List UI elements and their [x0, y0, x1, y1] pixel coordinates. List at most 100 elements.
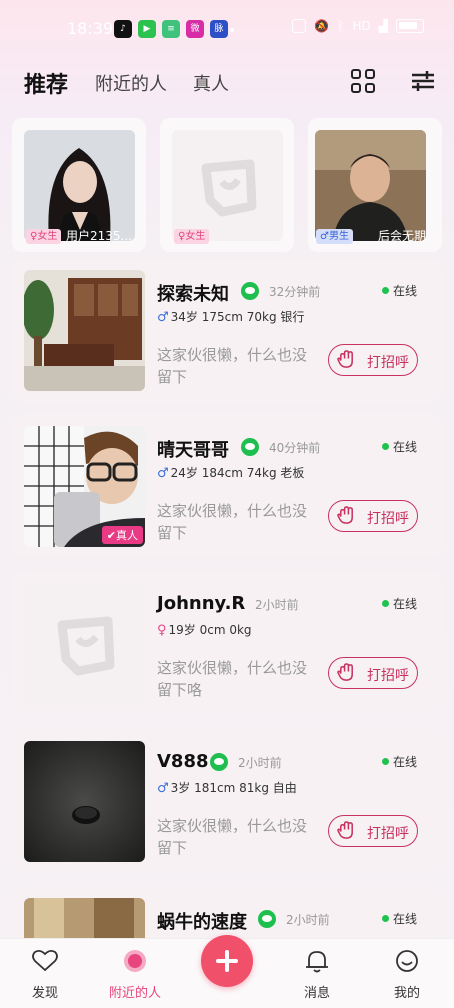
user-info: ♀ 19岁 0cm 0kg [157, 623, 252, 638]
user-bio: 这家伙很懒，什么也没留下 [157, 502, 308, 542]
user-avatar: ✔真人 [24, 426, 145, 547]
wave-hand-icon [337, 506, 353, 524]
status-dot [230, 28, 234, 32]
user-avatar [24, 741, 145, 862]
nfc-icon [292, 19, 307, 33]
wave-hand-icon [337, 663, 353, 681]
say-hello-button[interactable]: 打招呼 [328, 500, 418, 532]
featured-card[interactable]: ♀女生 用户2135... [12, 118, 146, 252]
bluetooth-icon: ᛒ [337, 19, 345, 33]
nearby-icon [124, 950, 146, 972]
username: 探索未知 [157, 284, 229, 305]
user-avatar [24, 270, 145, 391]
user-card[interactable]: V888 2小时前 在线 ♂ 3岁 181cm 81kg 自由 这家伙很懒，什么也… [12, 729, 442, 873]
male-icon: ♂ [157, 781, 169, 796]
last-active: 2小时前 [286, 913, 330, 927]
wechat-icon [241, 282, 259, 300]
tab-real-person[interactable]: 真人 [193, 70, 229, 96]
featured-card[interactable]: ♀女生 [160, 118, 294, 252]
user-card[interactable]: ✔真人 晴天哥哥 40分钟前 在线 ♂ 24岁 184cm 74kg 老板 这家伙… [12, 414, 442, 558]
wechat-icon [210, 753, 228, 771]
filter-icon[interactable] [411, 70, 435, 92]
male-icon: ♂ [157, 466, 169, 481]
nav-label: 附近的人 [108, 986, 161, 1001]
user-info: ♂ 34岁 175cm 70kg 银行 [157, 310, 305, 325]
network-badge: HD [352, 19, 371, 33]
online-dot-icon [382, 287, 389, 294]
mute-icon: 🔕 [314, 19, 330, 33]
status-bar: 18:39 ♪ ▶ ≡ 微 脉 🔕 ᛒ HD ▟ [0, 0, 454, 56]
profile-icon [396, 950, 418, 972]
user-bio: 这家伙很懒，什么也没留下咯 [157, 659, 308, 699]
featured-username: 用户2135... [66, 229, 132, 243]
wave-hand-icon [337, 350, 353, 368]
wave-hand-icon [337, 821, 353, 839]
memo-icon: ≡ [162, 20, 180, 38]
mai-icon: 脉 [210, 20, 228, 38]
user-card[interactable]: Johnny.R 2小时前 在线 ♀ 19岁 0cm 0kg 这家伙很懒，什么也没… [12, 571, 442, 715]
say-hello-button[interactable]: 打招呼 [328, 657, 418, 689]
iqiyi-icon: ▶ [138, 20, 156, 38]
last-active: 2小时前 [255, 598, 299, 612]
nav-profile[interactable]: 我的 [362, 939, 452, 1008]
user-info: ♂ 3岁 181cm 81kg 自由 [157, 781, 297, 796]
featured-photo [24, 130, 135, 241]
online-status: 在线 [382, 438, 417, 455]
username: 晴天哥哥 [157, 440, 229, 461]
online-dot-icon [382, 600, 389, 607]
online-dot-icon [382, 915, 389, 922]
featured-card[interactable]: ♂男生 后会无期 [308, 118, 442, 252]
gender-badge: ♂男生 [316, 229, 353, 244]
male-icon: ♂ [157, 310, 169, 325]
wechat-icon [258, 910, 276, 928]
gender-badge: ♀女生 [26, 229, 62, 244]
online-status: 在线 [382, 753, 417, 770]
user-bio: 这家伙很懒，什么也没留下 [157, 817, 308, 857]
featured-photo [315, 130, 426, 241]
user-avatar-placeholder [24, 583, 145, 704]
online-dot-icon [382, 758, 389, 765]
tab-recommend[interactable]: 推荐 [24, 67, 68, 99]
user-info: ♂ 24岁 184cm 74kg 老板 [157, 466, 305, 481]
username: 蜗牛的速度 [157, 912, 247, 933]
user-bio: 这家伙很懒，什么也没留下 [157, 346, 308, 386]
last-active: 40分钟前 [269, 441, 321, 455]
featured-strip: ♀女生 用户2135... ♀女生 ♂男生 后会无期 [12, 118, 442, 252]
online-status: 在线 [382, 595, 417, 612]
username: V888 [157, 751, 209, 772]
username: Johnny.R [157, 593, 246, 614]
bell-icon [306, 951, 328, 973]
female-icon: ♀ [157, 623, 167, 638]
nav-messages[interactable]: 消息 [272, 939, 362, 1008]
online-status: 在线 [382, 910, 417, 927]
post-plus-button[interactable] [201, 935, 253, 987]
battery-icon [396, 19, 424, 33]
user-card[interactable]: 探索未知 32分钟前 在线 ♂ 34岁 175cm 70kg 银行 这家伙很懒，什… [12, 258, 442, 402]
featured-photo-placeholder [172, 130, 283, 241]
tab-nearby[interactable]: 附近的人 [95, 70, 167, 96]
heart-chat-icon [32, 949, 58, 972]
status-app-icons: ♪ ▶ ≡ 微 脉 [114, 20, 228, 38]
nav-label: 我的 [393, 986, 420, 1001]
featured-username: 后会无期 [377, 229, 426, 243]
say-hello-button[interactable]: 打招呼 [328, 344, 418, 376]
nav-label: 消息 [303, 986, 330, 1001]
last-active: 2小时前 [238, 756, 282, 770]
wechat-icon [241, 438, 259, 456]
last-active: 32分钟前 [269, 285, 321, 299]
signal-icon: ▟ [378, 19, 388, 33]
weibo-icon: 微 [186, 20, 204, 38]
nav-discover[interactable]: 发现 [0, 939, 90, 1008]
top-nav: 推荐 附近的人 真人 [0, 60, 454, 106]
grid-view-icon[interactable] [351, 69, 375, 93]
tiktok-icon: ♪ [114, 20, 132, 38]
nav-label: 发现 [31, 986, 58, 1001]
status-time: 18:39 [67, 19, 114, 38]
online-dot-icon [382, 443, 389, 450]
online-status: 在线 [382, 282, 417, 299]
gender-badge: ♀女生 [174, 229, 210, 244]
status-system-icons: 🔕 ᛒ HD ▟ [292, 19, 424, 33]
nav-nearby[interactable]: 附近的人 [90, 939, 180, 1008]
say-hello-button[interactable]: 打招呼 [328, 815, 418, 847]
app-logo-icon [24, 583, 145, 704]
